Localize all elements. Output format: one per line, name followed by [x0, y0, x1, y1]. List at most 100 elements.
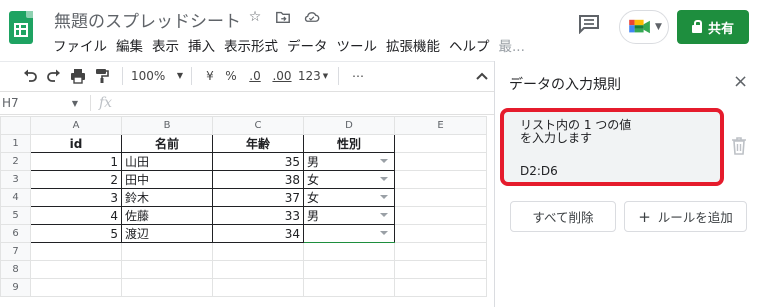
- cell-gender-dropdown[interactable]: 男: [303, 152, 395, 171]
- menu-extensions[interactable]: 拡張機能: [386, 35, 440, 55]
- row-header[interactable]: 3: [0, 170, 31, 189]
- column-header[interactable]: A: [30, 116, 122, 135]
- cell[interactable]: [394, 134, 487, 153]
- row-header[interactable]: 7: [0, 242, 31, 261]
- menu-insert[interactable]: 挿入: [188, 35, 215, 55]
- share-button[interactable]: 共有: [677, 10, 749, 44]
- cloud-status-icon[interactable]: [302, 8, 320, 26]
- meet-button[interactable]: ▼: [619, 10, 669, 44]
- cell[interactable]: [30, 242, 122, 261]
- cell-gender-dropdown[interactable]: 女: [303, 188, 395, 207]
- comment-icon[interactable]: [578, 14, 600, 35]
- cell[interactable]: [121, 242, 213, 261]
- move-to-folder-icon[interactable]: [274, 8, 292, 26]
- menu-edit[interactable]: 編集: [116, 35, 143, 55]
- undo-icon[interactable]: [18, 64, 42, 88]
- validation-rule-card[interactable]: リスト内の 1 つの値 を入力します D2:D6: [500, 108, 724, 186]
- dropdown-arrow-icon[interactable]: [380, 159, 388, 163]
- menu-file[interactable]: ファイル: [53, 35, 107, 55]
- menu-view[interactable]: 表示: [152, 35, 179, 55]
- column-header[interactable]: B: [121, 116, 213, 135]
- cell[interactable]: [212, 278, 304, 297]
- cell-age[interactable]: 35: [212, 152, 304, 171]
- cell[interactable]: [303, 260, 395, 279]
- cell-id[interactable]: 1: [30, 152, 122, 171]
- cell[interactable]: [394, 260, 487, 279]
- print-icon[interactable]: [66, 64, 90, 88]
- add-rule-button[interactable]: + ルールを追加: [624, 201, 747, 232]
- cell-name[interactable]: 山田: [121, 152, 213, 171]
- more-formats-select[interactable]: 123 ▼: [296, 64, 330, 88]
- cell-id[interactable]: 4: [30, 206, 122, 225]
- cell-header-id[interactable]: id: [30, 134, 122, 153]
- cell[interactable]: [394, 224, 487, 243]
- cell-id[interactable]: 5: [30, 224, 122, 243]
- cell-name[interactable]: 田中: [121, 170, 213, 189]
- row-header[interactable]: 1: [0, 134, 31, 153]
- dropdown-arrow-icon[interactable]: [380, 213, 388, 217]
- cell-header-gender[interactable]: 性別: [303, 134, 395, 153]
- cell-header-age[interactable]: 年齢: [212, 134, 304, 153]
- decrease-decimal-button[interactable]: .0: [242, 64, 268, 88]
- cell[interactable]: [121, 278, 213, 297]
- cell-age[interactable]: 34: [212, 224, 304, 243]
- cell-gender-dropdown[interactable]: 男: [303, 206, 395, 225]
- cell-age[interactable]: 37: [212, 188, 304, 207]
- dropdown-arrow-icon[interactable]: [380, 195, 388, 199]
- zoom-select[interactable]: 100% ▼: [131, 64, 183, 88]
- row-header[interactable]: 9: [0, 278, 31, 297]
- cell-age[interactable]: 33: [212, 206, 304, 225]
- menu-tools[interactable]: ツール: [337, 35, 378, 55]
- currency-format-button[interactable]: ¥: [200, 64, 220, 88]
- collapse-toolbar-icon[interactable]: [470, 64, 494, 88]
- cell[interactable]: [394, 170, 487, 189]
- cell[interactable]: [394, 206, 487, 225]
- cell-gender-dropdown[interactable]: [303, 224, 395, 243]
- formula-input[interactable]: [120, 92, 494, 114]
- cell[interactable]: [30, 260, 122, 279]
- cell[interactable]: [121, 260, 213, 279]
- cell-header-name[interactable]: 名前: [121, 134, 213, 153]
- close-icon[interactable]: ×: [733, 73, 748, 91]
- menu-format[interactable]: 表示形式: [224, 35, 278, 55]
- doc-title[interactable]: 無題のスプレッドシート: [54, 7, 241, 32]
- dropdown-arrow-icon[interactable]: [380, 231, 388, 235]
- cell[interactable]: [212, 242, 304, 261]
- cell[interactable]: [394, 242, 487, 261]
- column-header[interactable]: E: [394, 116, 487, 135]
- cell-name[interactable]: 佐藤: [121, 206, 213, 225]
- cell[interactable]: [30, 278, 122, 297]
- name-box[interactable]: H7 ▼: [0, 92, 82, 114]
- sheets-logo-icon[interactable]: [9, 11, 33, 44]
- more-options-icon[interactable]: ⋯: [347, 64, 369, 88]
- column-header[interactable]: D: [303, 116, 395, 135]
- cell-name[interactable]: 渡辺: [121, 224, 213, 243]
- menu-data[interactable]: データ: [287, 35, 328, 55]
- dropdown-arrow-icon[interactable]: [380, 177, 388, 181]
- clear-all-button[interactable]: すべて削除: [510, 201, 616, 232]
- percent-format-button[interactable]: %: [220, 64, 242, 88]
- row-header[interactable]: 2: [0, 152, 31, 171]
- row-header[interactable]: 6: [0, 224, 31, 243]
- column-header[interactable]: C: [212, 116, 304, 135]
- cell[interactable]: [394, 152, 487, 171]
- cell-id[interactable]: 3: [30, 188, 122, 207]
- row-header[interactable]: 5: [0, 206, 31, 225]
- cell[interactable]: [303, 278, 395, 297]
- cell[interactable]: [212, 260, 304, 279]
- menu-help[interactable]: ヘルプ: [449, 35, 490, 55]
- redo-icon[interactable]: [42, 64, 66, 88]
- cell-name[interactable]: 鈴木: [121, 188, 213, 207]
- trash-icon[interactable]: [731, 137, 747, 155]
- increase-decimal-button[interactable]: .00: [268, 64, 296, 88]
- cell-age[interactable]: 38: [212, 170, 304, 189]
- row-header[interactable]: 8: [0, 260, 31, 279]
- cell[interactable]: [394, 278, 487, 297]
- row-header[interactable]: 4: [0, 188, 31, 207]
- select-all-corner[interactable]: [0, 116, 31, 135]
- paint-format-icon[interactable]: [90, 64, 114, 88]
- last-edit-link[interactable]: 最...: [499, 35, 525, 55]
- cell[interactable]: [303, 242, 395, 261]
- cell-gender-dropdown[interactable]: 女: [303, 170, 395, 189]
- star-icon[interactable]: ☆: [246, 8, 264, 26]
